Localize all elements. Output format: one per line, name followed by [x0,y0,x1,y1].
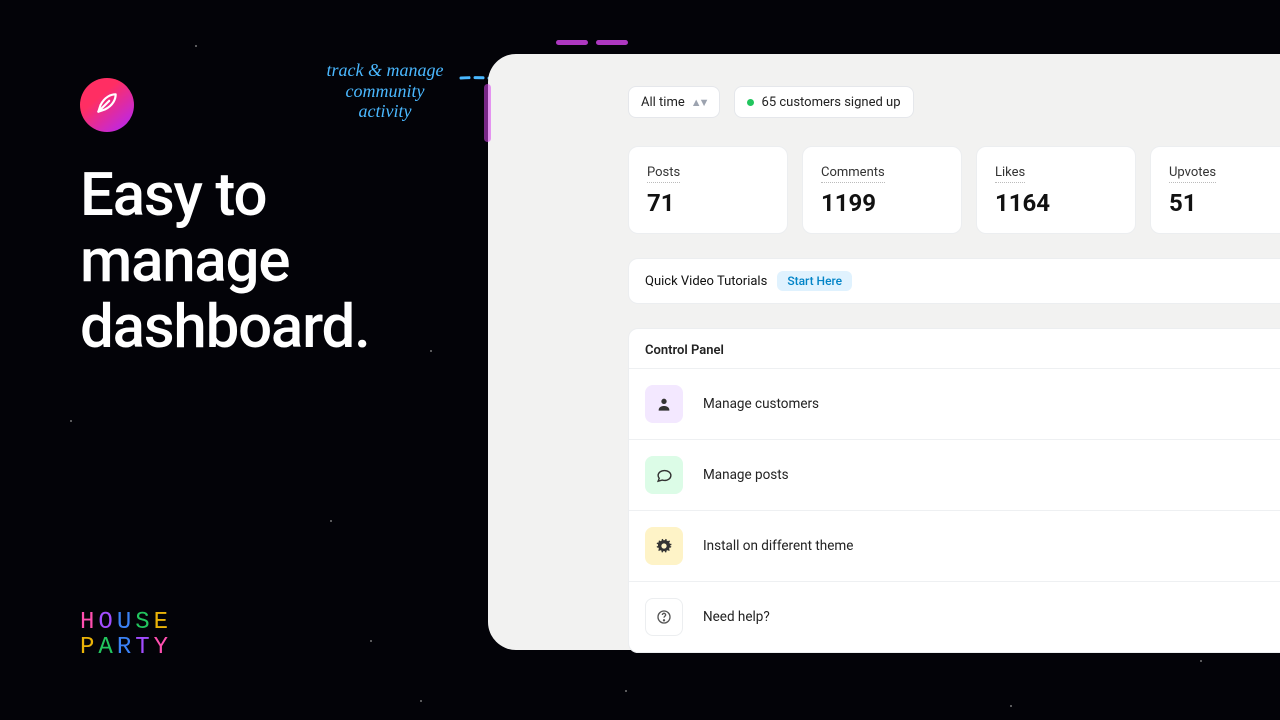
sort-icon: ▲▼ [691,97,707,108]
window-accent-side [484,84,491,142]
stat-label: Upvotes [1169,165,1216,183]
time-range-filter[interactable]: All time ▲▼ [628,86,720,118]
start-here-badge[interactable]: Start Here [777,271,852,291]
control-panel-item-label: Manage posts [703,467,789,483]
stat-card[interactable]: Posts 71 [628,146,788,234]
app-logo [80,78,134,132]
stat-value: 51 [1169,189,1280,217]
tutorials-label: Quick Video Tutorials [645,274,767,289]
annotation-track: track & managecommunityactivity [310,60,460,122]
stat-label: Posts [647,165,680,183]
stat-card[interactable]: Likes 1164 [976,146,1136,234]
tutorials-bar[interactable]: Quick Video Tutorials Start Here [628,258,1280,304]
chat-icon [645,456,683,494]
control-panel-item-label: Need help? [703,609,770,625]
control-panel-item[interactable]: Need help? [629,581,1280,652]
control-panel: Control Panel Manage customers Manage pos… [628,328,1280,653]
stat-label: Comments [821,165,885,183]
brand-wordmark: HOUSEPARTY [80,610,172,660]
control-panel-item[interactable]: Install on different theme [629,510,1280,581]
signup-status-label: 65 customers signed up [762,95,901,110]
gear-icon [645,527,683,565]
user-icon [645,385,683,423]
help-icon [645,598,683,636]
stat-card[interactable]: Upvotes 51 [1150,146,1280,234]
stats-row: Posts 71 Comments 1199 Likes 1164 Upvotes 51 [628,146,1280,234]
dashboard-panel: All time ▲▼ 65 customers signed up Posts… [488,54,1280,650]
stat-value: 71 [647,189,769,217]
window-accent [556,40,628,45]
control-panel-item-label: Install on different theme [703,538,853,554]
control-panel-item-label: Manage customers [703,396,819,412]
control-panel-item[interactable]: Manage customers [629,368,1280,439]
stat-card[interactable]: Comments 1199 [802,146,962,234]
control-panel-item[interactable]: Manage posts [629,439,1280,510]
feather-icon [94,90,120,120]
time-range-label: All time [641,95,685,110]
control-panel-header: Control Panel [629,329,1280,368]
signup-status: 65 customers signed up [734,86,914,118]
hero-title: Easy to manage dashboard. [80,162,440,360]
stat-label: Likes [995,165,1025,183]
stat-value: 1199 [821,189,943,217]
stat-value: 1164 [995,189,1117,217]
status-dot-icon [747,99,754,106]
